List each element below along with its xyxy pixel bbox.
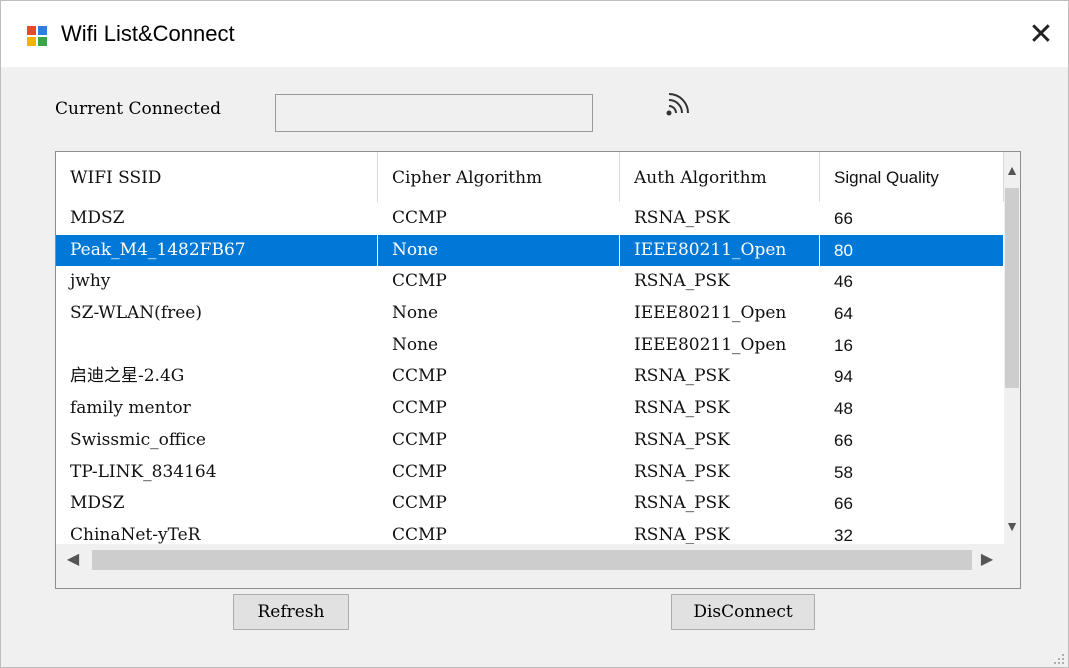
wifi-list[interactable]: WIFI SSID Cipher Algorithm Auth Algorith…: [55, 151, 1021, 589]
cell-auth: RSNA_PSK: [634, 398, 730, 419]
cell-cipher: None: [378, 234, 620, 267]
resize-grip-icon[interactable]: [1053, 653, 1065, 665]
cell-signal: 94: [834, 367, 853, 387]
cell-auth: RSNA_PSK: [634, 429, 730, 450]
cell-cipher: None: [392, 303, 439, 324]
wifi-signal-icon: [666, 93, 689, 116]
table-row[interactable]: Swissmic_office CCMP RSNA_PSK 66: [56, 425, 1004, 457]
header-ssid[interactable]: WIFI SSID: [56, 152, 378, 202]
table-row[interactable]: jwhy CCMP RSNA_PSK 46: [56, 266, 1004, 298]
cell-auth: IEEE80211_Open: [620, 234, 820, 267]
scroll-left-icon[interactable]: ◀: [58, 546, 88, 574]
cell-auth: RSNA_PSK: [634, 524, 730, 544]
cell-cipher: None: [392, 334, 439, 355]
cell-cipher: CCMP: [392, 398, 447, 419]
cell-cipher: CCMP: [392, 366, 447, 387]
cell-ssid: Peak_M4_1482FB67: [56, 234, 378, 267]
cell-cipher: CCMP: [392, 271, 447, 292]
cell-ssid: TP-LINK_834164: [70, 461, 217, 482]
table-row[interactable]: family mentor CCMP RSNA_PSK 48: [56, 393, 1004, 425]
cell-signal: 66: [834, 494, 853, 514]
cell-auth: RSNA_PSK: [634, 271, 730, 292]
cell-ssid: 启迪之星-2.4G: [70, 366, 185, 387]
app-window-icon: [27, 26, 47, 46]
table-row[interactable]: None IEEE80211_Open 16: [56, 330, 1004, 362]
cell-ssid: MDSZ: [70, 493, 125, 514]
cell-ssid: ChinaNet-yTeR: [70, 524, 201, 544]
cell-auth: IEEE80211_Open: [634, 303, 787, 324]
cell-signal: 48: [834, 399, 853, 419]
cell-ssid: jwhy: [70, 271, 111, 292]
cell-cipher: CCMP: [392, 429, 447, 450]
window-title: Wifi List&Connect: [61, 21, 235, 46]
header-cipher[interactable]: Cipher Algorithm: [378, 152, 620, 202]
cell-ssid: MDSZ: [70, 208, 125, 228]
table-row[interactable]: SZ-WLAN(free) None IEEE80211_Open 64: [56, 298, 1004, 330]
wifi-window: Wifi List&Connect ✕ Current Connected WI…: [0, 0, 1069, 668]
cell-signal: 58: [834, 462, 853, 482]
vertical-scrollbar[interactable]: ▲ ▼: [1004, 152, 1020, 544]
cell-auth: RSNA_PSK: [634, 366, 730, 387]
cell-ssid: Swissmic_office: [70, 429, 206, 450]
table-row[interactable]: 启迪之星-2.4G CCMP RSNA_PSK 94: [56, 361, 1004, 393]
scroll-corner: [1004, 544, 1020, 588]
list-rows: MDSZ CCMP RSNA_PSK 66 Peak_M4_1482FB67 None IE…: [56, 203, 1004, 544]
scroll-right-icon[interactable]: ▶: [972, 546, 1002, 574]
cell-ssid: [56, 330, 378, 362]
scroll-up-icon[interactable]: ▲: [1004, 156, 1020, 184]
scroll-down-icon[interactable]: ▼: [1004, 512, 1020, 540]
vertical-scroll-thumb[interactable]: [1005, 188, 1019, 388]
cell-signal: 16: [834, 335, 853, 355]
cell-cipher: CCMP: [392, 461, 447, 482]
cell-cipher: CCMP: [392, 208, 447, 228]
cell-auth: RSNA_PSK: [634, 493, 730, 514]
refresh-button[interactable]: Refresh: [233, 594, 349, 630]
cell-signal: 64: [834, 304, 853, 324]
cell-signal: 66: [834, 430, 853, 450]
cell-auth: RSNA_PSK: [634, 461, 730, 482]
cell-auth: IEEE80211_Open: [634, 334, 787, 355]
title-bar: Wifi List&Connect ✕: [1, 1, 1068, 67]
cell-ssid: family mentor: [70, 398, 191, 419]
table-row[interactable]: MDSZ CCMP RSNA_PSK 66: [56, 203, 1004, 235]
cell-cipher: CCMP: [392, 493, 447, 514]
cell-auth: RSNA_PSK: [634, 208, 730, 228]
current-connected-field[interactable]: [275, 94, 593, 132]
table-row[interactable]: MDSZ CCMP RSNA_PSK 66: [56, 488, 1004, 520]
list-header: WIFI SSID Cipher Algorithm Auth Algorith…: [56, 152, 1004, 202]
horizontal-scroll-thumb[interactable]: [92, 550, 972, 570]
cell-signal: 80: [820, 234, 1004, 267]
current-connected-label: Current Connected: [55, 99, 221, 119]
close-icon[interactable]: ✕: [1021, 17, 1061, 53]
header-signal[interactable]: Signal Quality: [820, 152, 1004, 202]
table-row[interactable]: TP-LINK_834164 CCMP RSNA_PSK 58: [56, 457, 1004, 489]
cell-ssid: SZ-WLAN(free): [70, 303, 202, 324]
table-row[interactable]: Peak_M4_1482FB67 None IEEE80211_Open 80: [56, 234, 1004, 267]
disconnect-button[interactable]: DisConnect: [671, 594, 815, 630]
cell-signal: 66: [834, 209, 853, 228]
wifi-grid: WIFI SSID Cipher Algorithm Auth Algorith…: [56, 152, 1004, 544]
horizontal-scrollbar[interactable]: ◀ ▶: [56, 544, 1004, 588]
header-auth[interactable]: Auth Algorithm: [620, 152, 820, 202]
cell-signal: 32: [834, 525, 853, 544]
table-row[interactable]: ChinaNet-yTeR CCMP RSNA_PSK 32: [56, 520, 1004, 544]
cell-signal: 46: [834, 272, 853, 292]
cell-cipher: CCMP: [392, 524, 447, 544]
